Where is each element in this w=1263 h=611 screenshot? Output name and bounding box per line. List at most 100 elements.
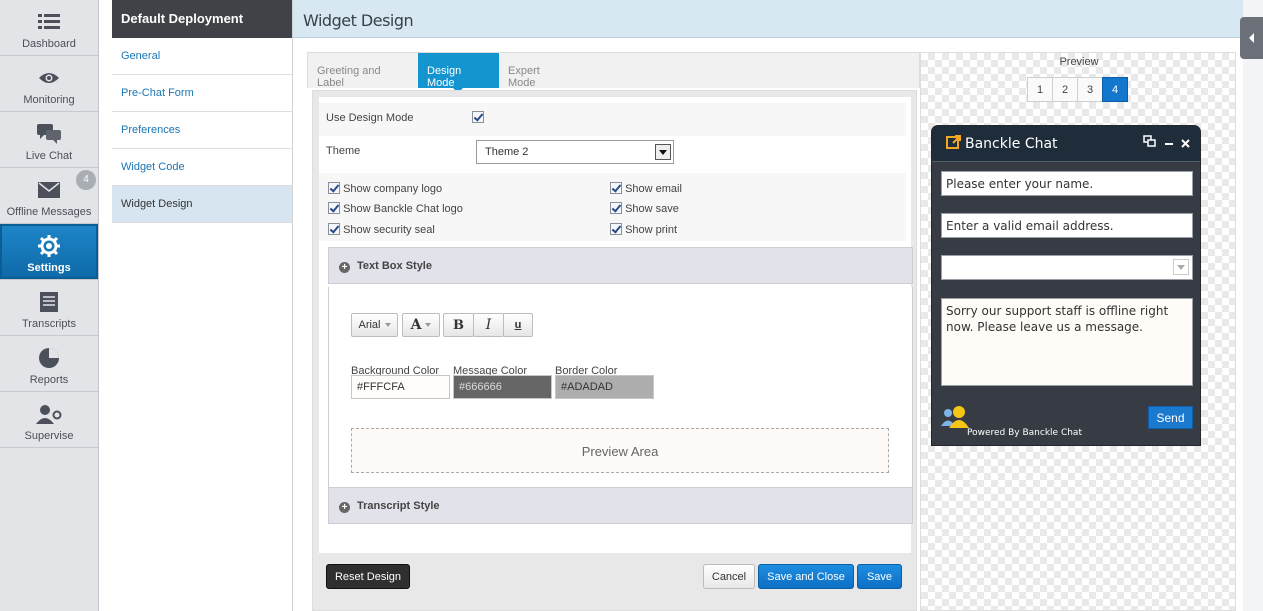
option-show-security-seal[interactable]: Show security seal [328,223,435,236]
transcript-style-header[interactable]: + Transcript Style [328,487,913,524]
design-mode-panel: Use Design Mode Theme Theme 2 Show compa… [312,90,917,611]
subnav-item-widget-design[interactable]: Widget Design [112,186,292,223]
font-color-button[interactable]: A [402,313,440,337]
preview-page-2[interactable]: 2 [1052,77,1078,102]
option-label: Show email [625,183,682,195]
subnav-item-general[interactable]: General [112,38,292,75]
chevron-down-icon [1173,259,1189,275]
eye-icon [0,66,98,90]
chevron-left-icon [1248,33,1254,43]
pie-chart-icon [0,346,98,370]
checkbox[interactable] [328,182,340,194]
chevron-down-icon [655,144,671,160]
design-form: Use Design Mode Theme Theme 2 Show compa… [319,97,913,553]
preview-page-3[interactable]: 3 [1077,77,1103,102]
plus-circle-icon: + [339,262,350,273]
settings-subnav: Default Deployment General Pre-Chat Form… [112,0,293,611]
section-heading: Transcript Style [357,500,440,512]
option-show-company-logo[interactable]: Show company logo [328,182,442,195]
option-label: Show save [625,203,679,215]
preview-label: Preview [1059,56,1099,68]
cancel-button[interactable]: Cancel [703,564,755,589]
checkbox[interactable] [328,202,340,214]
option-show-print[interactable]: Show print [610,223,677,236]
nav-monitoring[interactable]: Monitoring [0,56,98,112]
font-color-icon: A [410,317,422,333]
border-color-input[interactable]: #ADADAD [555,375,654,399]
page-header: Widget Design [293,0,1243,38]
minimize-icon[interactable] [1165,143,1173,146]
theme-label: Theme [326,145,361,157]
section-heading: Text Box Style [357,260,432,272]
theme-select-value: Theme 2 [485,146,529,158]
use-design-mode-checkbox[interactable] [472,111,484,123]
chat-send-button[interactable]: Send [1148,406,1193,429]
preview-page-4[interactable]: 4 [1102,77,1128,102]
nav-supervise[interactable]: Supervise [0,392,98,448]
user-gear-icon [0,402,98,426]
chat-title: Banckle Chat [965,136,1058,152]
chat-name-field[interactable]: Please enter your name. [941,171,1193,196]
popout-icon[interactable] [1143,135,1156,148]
nav-dashboard[interactable]: Dashboard [0,0,98,56]
caret-down-icon [425,323,432,327]
use-design-mode-label: Use Design Mode [326,112,414,124]
close-icon[interactable] [1181,139,1190,148]
text-box-style-header[interactable]: + Text Box Style [328,247,913,284]
gear-icon [0,234,98,258]
option-label: Show print [625,224,678,236]
italic-button[interactable]: I [473,313,504,337]
document-icon [0,290,98,314]
nav-settings[interactable]: Settings [0,224,98,280]
subnav-item-preferences[interactable]: Preferences [112,112,292,149]
font-family-value: Arial [358,319,381,331]
tab-design-mode[interactable]: Design Mode [418,53,499,89]
option-show-save[interactable]: Show save [610,202,679,215]
save-and-close-button[interactable]: Save and Close [758,564,854,589]
option-show-banckle-chat-logo[interactable]: Show Banckle Chat logo [328,202,463,215]
design-tabs: Greeting and Label Design Mode Expert Mo… [307,52,920,89]
nav-label: Transcripts [22,318,76,330]
nav-label: Settings [27,262,71,274]
checkbox[interactable] [610,202,622,214]
right-strip [1243,0,1263,611]
option-label: Show Banckle Chat logo [343,203,463,215]
message-color-input[interactable]: #666666 [453,375,552,399]
chat-department-select[interactable] [941,255,1193,280]
reset-design-button[interactable]: Reset Design [326,564,410,589]
chat-widget-preview: Banckle Chat Please enter your name. Ent… [931,125,1201,446]
nav-label: Reports [29,374,69,386]
chat-message-field[interactable]: Sorry our support staff is offline right… [941,298,1193,386]
page-title: Widget Design [303,11,414,30]
chat-bubbles-icon [0,122,98,146]
nav-live-chat[interactable]: Live Chat [0,112,98,168]
bold-button[interactable]: B [443,313,474,337]
preview-area: Preview Area [351,428,889,473]
subnav-title: Default Deployment [112,0,292,38]
banckle-logo-icon [946,135,961,149]
preview-page-1[interactable]: 1 [1027,77,1053,102]
theme-select[interactable]: Theme 2 [476,140,674,164]
collapse-panel-button[interactable] [1240,17,1263,59]
nav-label: Supervise [24,430,74,442]
tab-greeting-and-label[interactable]: Greeting and Label [308,53,419,89]
chat-email-field[interactable]: Enter a valid email address. [941,213,1193,238]
checkbox[interactable] [610,182,622,194]
underline-button[interactable]: u [503,313,533,337]
powered-by-label: Powered By Banckle Chat [967,428,1082,438]
option-show-email[interactable]: Show email [610,182,682,195]
option-label: Show security seal [343,224,435,236]
tab-expert-mode[interactable]: Expert Mode [499,53,579,89]
checkbox[interactable] [328,223,340,235]
nav-label: Live Chat [25,150,73,162]
save-button[interactable]: Save [857,564,902,589]
subnav-item-pre-chat-form[interactable]: Pre-Chat Form [112,75,292,112]
checkbox[interactable] [610,223,622,235]
nav-transcripts[interactable]: Transcripts [0,280,98,336]
background-color-input[interactable]: #FFFCFA [351,375,450,399]
font-family-dropdown[interactable]: Arial [351,313,398,337]
subnav-item-widget-code[interactable]: Widget Code [112,149,292,186]
option-label: Show company logo [343,183,443,195]
offline-count-badge: 4 [76,170,96,190]
nav-reports[interactable]: Reports [0,336,98,392]
